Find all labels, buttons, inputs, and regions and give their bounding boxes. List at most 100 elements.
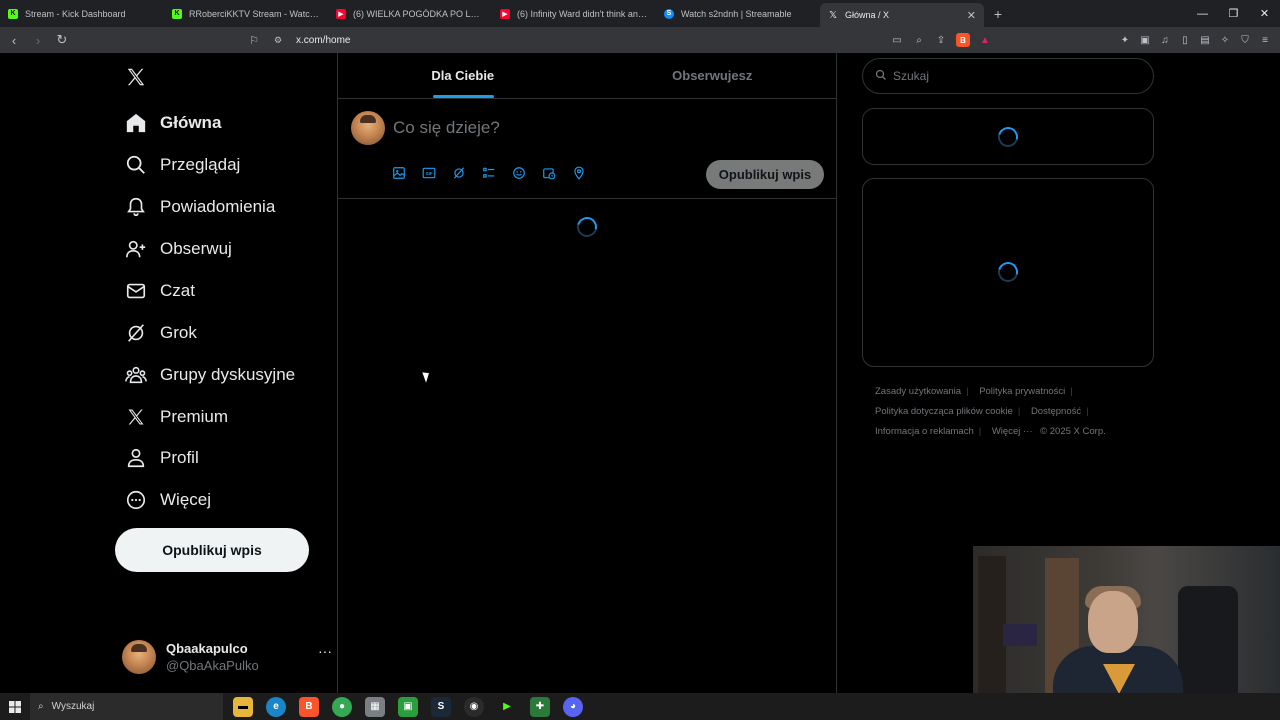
screenshot-icon[interactable]: ▣	[1138, 33, 1152, 47]
account-switcher[interactable]: Qbaakapulco @QbaAkaPulko ···	[122, 635, 332, 679]
browser-toolbar: ‹ › ↻ ⚐ ⚙ x.com/home ▭ ⌕ ⇪ B ▲ ✦ ▣ ♫ ▯ ▤…	[0, 27, 1280, 53]
browser-tab[interactable]: K RRoberciKKTV Stream - Watch Live o	[164, 0, 328, 27]
nav-explore[interactable]: Przeglądaj	[112, 145, 240, 185]
taskbar-apps: ▬ e B ● ▦ ▣ S ◉ ▶ ✚ ◕	[233, 696, 583, 717]
taskbar-search[interactable]: ⌕ Wyszukaj	[30, 693, 223, 720]
browser-tab-title: RRoberciKKTV Stream - Watch Live o	[189, 8, 320, 19]
nav-follow[interactable]: Obserwuj	[112, 229, 232, 269]
game-icon[interactable]: ✚	[530, 696, 550, 717]
site-info-icon[interactable]: ⚙	[270, 35, 286, 46]
url-text[interactable]: x.com/home	[296, 35, 350, 46]
discord-icon[interactable]: ◕	[563, 696, 583, 717]
browser-tab-title: (6) Infinity Ward didn't think anyone	[517, 8, 648, 19]
search-input[interactable]: Szukaj	[862, 58, 1154, 94]
svg-text:GIF: GIF	[426, 171, 433, 176]
footer-link[interactable]: Polityka dotycząca plików cookie	[875, 406, 1013, 417]
tab-following[interactable]: Obserwujesz	[588, 53, 838, 98]
browser-tab-title: Stream - Kick Dashboard	[25, 8, 126, 19]
footer-link[interactable]: Polityka prywatności	[979, 386, 1065, 397]
vpn-icon[interactable]: ⛉	[1238, 33, 1252, 47]
wallet-icon[interactable]: ▤	[1198, 33, 1212, 47]
search-placeholder: Szukaj	[893, 69, 930, 83]
taskbar-search-placeholder: Wyszukaj	[51, 701, 95, 712]
menu-icon[interactable]: ≡	[1258, 33, 1272, 47]
nav-communities[interactable]: Grupy dyskusyjne	[112, 355, 295, 395]
post-composer: Co się dzieje? GIF Opublikuj wpis	[338, 99, 837, 199]
poll-icon[interactable]	[481, 165, 497, 181]
nav-label: Powiadomienia	[160, 197, 276, 216]
cast-icon[interactable]: ▭	[890, 33, 904, 47]
home-icon	[112, 112, 160, 134]
nav-notifications[interactable]: Powiadomienia	[112, 187, 275, 227]
grok-icon[interactable]	[451, 165, 467, 181]
media-icon[interactable]: ♫	[1158, 33, 1172, 47]
share-icon[interactable]: ⇪	[934, 33, 948, 47]
steam-icon[interactable]: S	[431, 696, 451, 717]
nav-profile[interactable]: Profil	[112, 438, 199, 478]
sidebar-icon[interactable]: ▯	[1178, 33, 1192, 47]
address-bar[interactable]: ⚐ ⚙ x.com/home ▭ ⌕ ⇪ B ▲	[244, 30, 992, 50]
browser-tab-title: Główna / X	[845, 10, 890, 20]
restore-icon[interactable]: ❐	[1218, 0, 1249, 27]
more-dots-icon[interactable]: ···	[318, 643, 332, 659]
brave-rewards-icon[interactable]: ▲	[978, 33, 992, 47]
app-icon[interactable]: ▦	[365, 696, 385, 717]
kick-icon[interactable]: ▶	[497, 696, 517, 717]
footer-link[interactable]: Informacja o reklamach	[875, 426, 974, 437]
emoji-icon[interactable]	[511, 165, 527, 181]
gif-icon[interactable]: GIF	[421, 165, 437, 181]
kick-icon: K	[172, 8, 182, 19]
nav-chat[interactable]: Czat	[112, 271, 195, 311]
nav-premium[interactable]: Premium	[112, 397, 228, 437]
nav-label: Grupy dyskusyjne	[160, 365, 296, 384]
footer-link[interactable]: Więcej ···	[992, 426, 1033, 437]
nav-label: Premium	[160, 407, 229, 426]
primary-navigation: Główna Przeglądaj Powiadomienia Obserwuj…	[112, 53, 338, 693]
nav-grok[interactable]: Grok	[112, 313, 197, 353]
extensions-area: ✦ ▣ ♫ ▯ ▤ ✧ ⛉ ≡	[1118, 33, 1272, 47]
forward-icon[interactable]: ›	[28, 30, 48, 50]
nav-label: Przeglądaj	[160, 155, 241, 174]
browser-tab[interactable]: ▶ (6) WIELKA POGÓDKA PO LATACH (l	[328, 0, 492, 27]
schedule-icon[interactable]	[541, 165, 557, 181]
composer-toolbar: GIF	[391, 165, 587, 181]
browser-tab[interactable]: K Stream - Kick Dashboard	[0, 0, 164, 27]
nav-label: Grok	[160, 323, 197, 342]
composer-input[interactable]: Co się dzieje?	[393, 118, 500, 138]
store-icon[interactable]: ▣	[398, 696, 418, 717]
brave-icon[interactable]: B	[299, 696, 319, 717]
location-icon[interactable]	[571, 165, 587, 181]
edge-icon[interactable]: e	[266, 696, 286, 717]
composer-post-button[interactable]: Opublikuj wpis	[706, 160, 824, 189]
tab-for-you[interactable]: Dla Ciebie	[338, 53, 588, 98]
follow-icon	[112, 238, 160, 260]
nav-more[interactable]: Więcej	[112, 480, 211, 520]
window-close-icon[interactable]: ✕	[1249, 0, 1280, 27]
footer-link[interactable]: Zasady użytkowania	[875, 386, 961, 397]
leo-ai-icon[interactable]: ✧	[1218, 33, 1232, 47]
brave-shields-icon[interactable]: B	[956, 33, 970, 47]
file-explorer-icon[interactable]: ▬	[233, 696, 253, 717]
extensions-icon[interactable]: ✦	[1118, 33, 1132, 47]
bookmark-icon[interactable]: ⚐	[244, 34, 264, 47]
browser-tab[interactable]: ▶ (6) Infinity Ward didn't think anyone	[492, 0, 656, 27]
x-icon: 𝕏	[828, 9, 838, 21]
reload-icon[interactable]: ↻	[52, 30, 72, 50]
zoom-icon[interactable]: ⌕	[912, 33, 926, 47]
back-icon[interactable]: ‹	[4, 30, 24, 50]
obs-icon[interactable]: ◉	[464, 696, 484, 717]
close-tab-icon[interactable]: ✕	[967, 9, 976, 22]
minimize-icon[interactable]: —	[1187, 0, 1218, 27]
x-logo-icon[interactable]	[122, 63, 150, 91]
more-circle-icon	[112, 489, 160, 511]
new-tab-icon[interactable]: +	[984, 0, 1012, 27]
image-icon[interactable]	[391, 165, 407, 181]
windows-start-icon[interactable]	[0, 693, 30, 720]
chrome-icon[interactable]: ●	[332, 696, 352, 717]
footer-link[interactable]: Dostępność	[1031, 406, 1081, 417]
nav-home[interactable]: Główna	[112, 103, 221, 143]
browser-tab[interactable]: S Watch s2ndnh | Streamable	[656, 0, 820, 27]
premium-card	[862, 108, 1154, 165]
browser-tab-active[interactable]: 𝕏 Główna / X ✕	[820, 3, 984, 27]
post-button[interactable]: Opublikuj wpis	[115, 528, 309, 572]
